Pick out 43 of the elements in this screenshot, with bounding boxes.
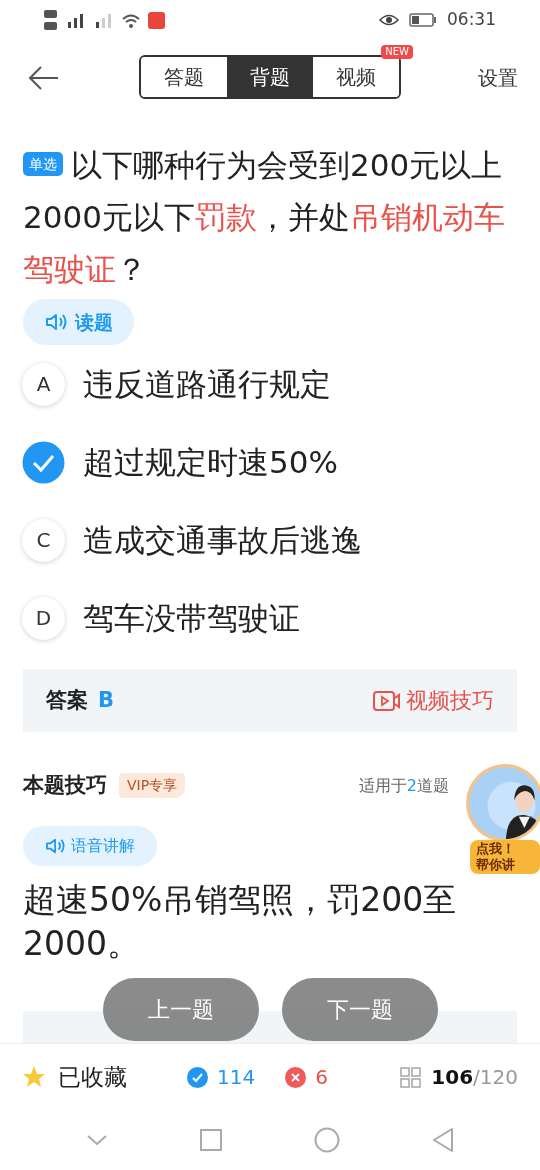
favorite-label[interactable]: 已收藏 bbox=[58, 1059, 127, 1095]
clock-time: 06:31 bbox=[447, 8, 496, 32]
tips-title: 本题技巧 bbox=[23, 772, 107, 799]
helper-label[interactable]: 点我！ 帮你讲 bbox=[470, 840, 540, 874]
single-choice-badge: 单选 bbox=[23, 151, 63, 176]
new-badge: NEW bbox=[381, 45, 413, 59]
progress-counter[interactable]: 106/120 bbox=[431, 1062, 518, 1092]
option-letter[interactable]: A bbox=[22, 362, 65, 406]
correct-count: 114 bbox=[217, 1064, 256, 1091]
video-icon bbox=[373, 689, 400, 712]
eye-icon bbox=[379, 13, 399, 27]
option-text[interactable]: 违反道路通行规定 bbox=[83, 360, 331, 408]
answer-value: B bbox=[98, 686, 114, 714]
settings-link[interactable]: 设置 bbox=[478, 62, 518, 93]
back-icon[interactable] bbox=[430, 1127, 455, 1153]
signal-icon bbox=[94, 12, 114, 28]
recents-icon[interactable] bbox=[198, 1128, 223, 1152]
vip-badge: VIP专享 bbox=[119, 773, 186, 799]
tip-text: 超速50%吊销驾照，罚200至2000。 bbox=[23, 878, 458, 965]
wifi-icon bbox=[122, 12, 140, 28]
signal-icon bbox=[66, 12, 86, 28]
question-text: 单选 以下哪种行为会受到200元以上2000元以下罚款，并处吊销机动车驾驶证？ bbox=[23, 146, 506, 289]
home-icon[interactable] bbox=[313, 1127, 340, 1153]
option-text[interactable]: 造成交通事故后逃逸 bbox=[83, 516, 362, 564]
speaker-icon bbox=[45, 836, 67, 855]
cross-icon bbox=[285, 1066, 307, 1088]
grid-icon[interactable] bbox=[400, 1066, 422, 1088]
applies-text[interactable]: 适用于2道题 bbox=[358, 773, 449, 798]
speaker-icon bbox=[44, 312, 69, 332]
option-letter[interactable]: C bbox=[22, 518, 65, 562]
star-icon[interactable] bbox=[22, 1065, 46, 1089]
collapse-icon[interactable] bbox=[85, 1134, 108, 1146]
app-icon bbox=[148, 11, 165, 29]
battery-icon bbox=[409, 13, 437, 27]
segment-tab[interactable]: 背题 bbox=[227, 57, 313, 97]
answer-label: 答案 bbox=[46, 686, 88, 714]
back-arrow-icon[interactable] bbox=[28, 64, 60, 91]
option-text[interactable]: 驾车没带驾驶证 bbox=[83, 594, 300, 642]
wrong-count: 6 bbox=[315, 1064, 328, 1091]
check-icon bbox=[187, 1066, 208, 1088]
option-text[interactable]: 超过规定时速50% bbox=[83, 438, 338, 486]
option-letter[interactable]: D bbox=[22, 596, 65, 640]
check-icon[interactable] bbox=[22, 440, 65, 484]
